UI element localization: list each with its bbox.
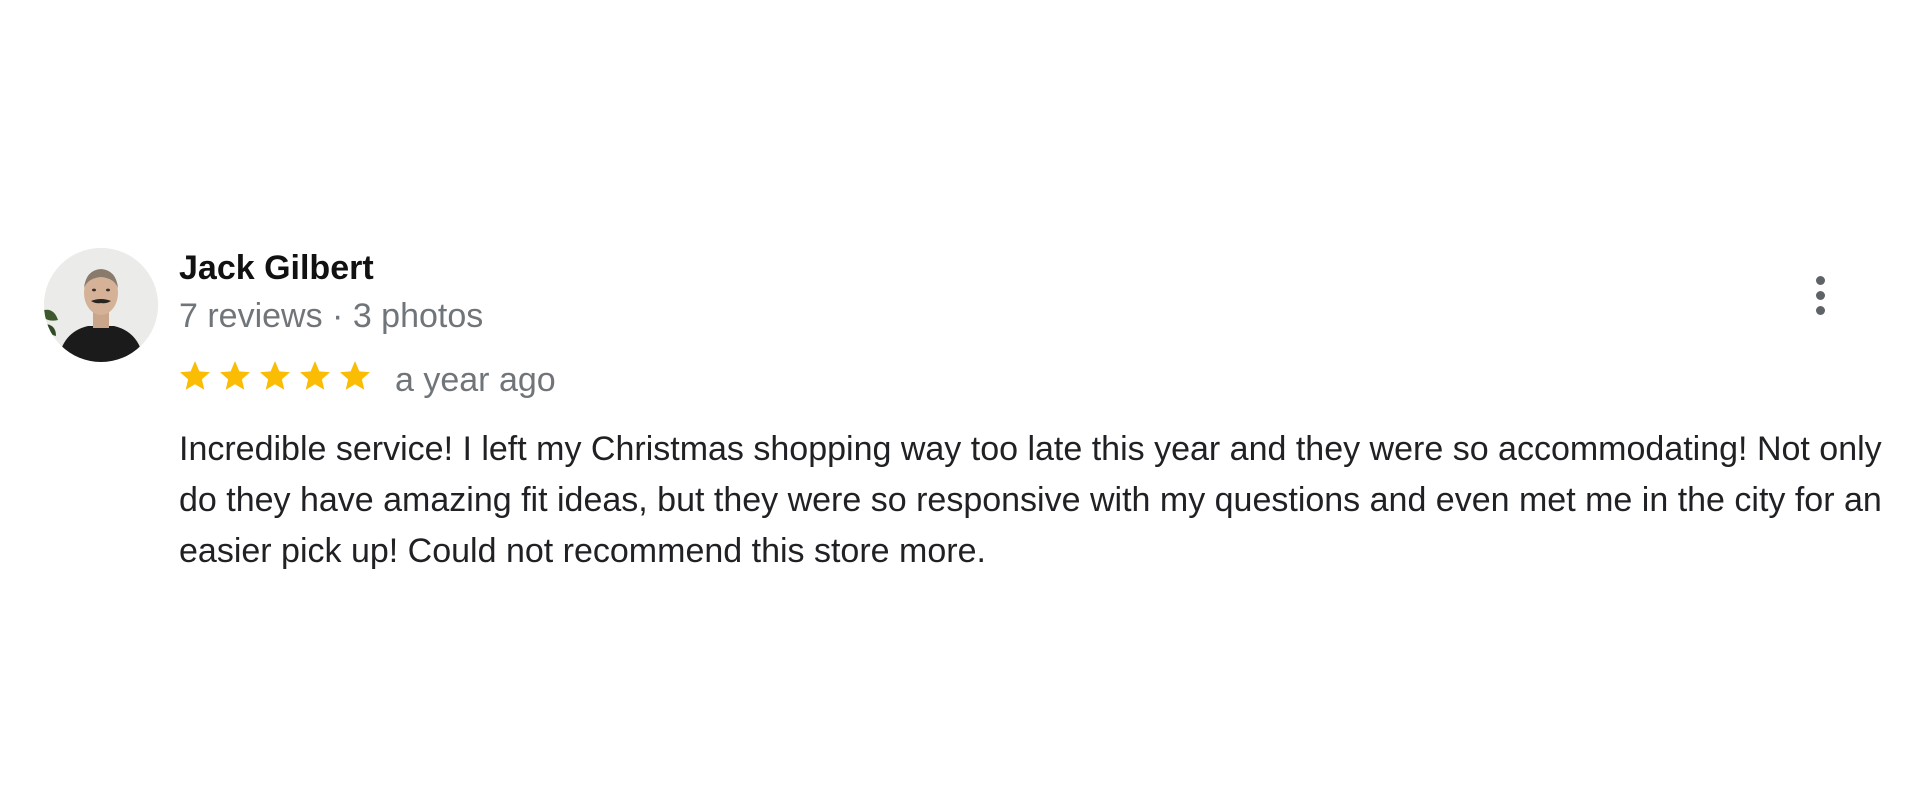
reviewer-name[interactable]: Jack Gilbert <box>179 248 374 288</box>
star-icon <box>260 361 290 390</box>
reviewer-stats[interactable]: 7 reviews · 3 photos <box>179 296 483 336</box>
more-vert-icon-dot <box>1815 290 1825 300</box>
star-icon <box>180 361 210 390</box>
more-vert-icon <box>1815 275 1825 285</box>
user-avatar-photo-icon <box>44 248 158 362</box>
review-card: Jack Gilbert 7 reviews · 3 photos a year… <box>44 248 1894 588</box>
more-options-button[interactable] <box>1796 268 1844 322</box>
star-icon <box>220 361 250 390</box>
star-rating <box>177 356 373 396</box>
review-text: Incredible service! I left my Christmas … <box>179 430 1882 570</box>
review-timestamp: a year ago <box>395 361 556 399</box>
avatar[interactable] <box>44 248 158 362</box>
star-icon <box>340 361 370 390</box>
star-icon <box>300 361 330 390</box>
more-vert-icon-dot <box>1815 305 1825 315</box>
